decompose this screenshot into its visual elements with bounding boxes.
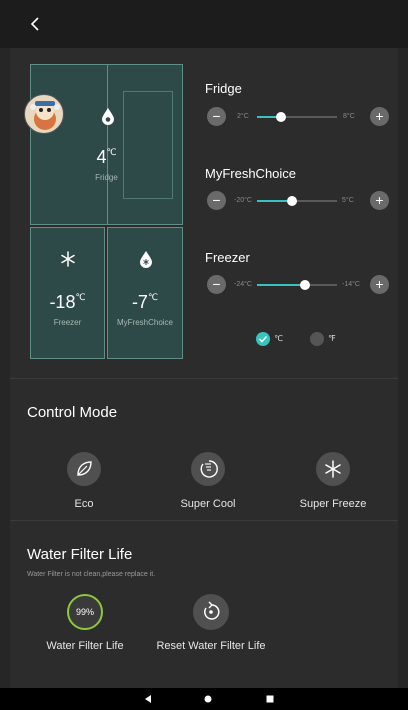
door-divider xyxy=(107,65,108,224)
inner-panel xyxy=(123,91,173,199)
super-cool-label: Super Cool xyxy=(180,498,236,510)
fridge-slider-row: − 2°C 8°C + xyxy=(205,107,390,129)
eco-mode-label: Eco xyxy=(74,498,94,510)
fahrenheit-label: ℉ xyxy=(328,334,336,343)
freezer-label: Freezer xyxy=(53,318,82,327)
droplet-snowflake-icon xyxy=(140,251,152,268)
fridge-setting-title: Fridge xyxy=(205,81,242,96)
myfresh-increase-button[interactable]: + xyxy=(370,191,389,210)
myfresh-slider-knob[interactable] xyxy=(287,196,297,206)
reset-icon xyxy=(204,601,220,620)
super-freeze-circle xyxy=(316,452,350,486)
droplet-icon xyxy=(102,108,114,125)
water-filter-life-label: Water Filter Life xyxy=(46,640,124,652)
myfresh-label: MyFreshChoice xyxy=(116,318,173,327)
myfresh-setting-title: MyFreshChoice xyxy=(205,166,297,181)
celsius-label: ℃ xyxy=(274,334,283,343)
myfresh-temp: -7℃ xyxy=(131,292,159,312)
fridge-slider-knob[interactable] xyxy=(276,112,286,122)
freezer-decrease-button[interactable]: − xyxy=(207,275,226,294)
unit-selector: ℃ ℉ xyxy=(256,332,376,348)
fridge-increase-button[interactable]: + xyxy=(370,107,389,126)
eco-mode-button[interactable]: Eco xyxy=(34,452,134,510)
reset-filter-label: Reset Water Filter Life xyxy=(156,640,266,652)
freezer-slider-row: − -24°C -14°C + xyxy=(205,275,390,297)
chevron-left-icon[interactable] xyxy=(26,14,46,34)
freezer-zone[interactable]: -18℃ Freezer xyxy=(30,227,105,359)
celsius-radio[interactable] xyxy=(256,332,270,346)
avatar[interactable] xyxy=(24,94,64,134)
fridge-max-label: 8°C xyxy=(343,113,355,120)
super-cool-button[interactable]: Super Cool xyxy=(158,452,258,510)
eco-mode-circle xyxy=(67,452,101,486)
filter-life-ring: 99% xyxy=(67,594,103,630)
myfresh-min-label: -20°C xyxy=(234,197,252,204)
fridge-label: Fridge xyxy=(95,173,118,182)
fridge-min-label: 2°C xyxy=(237,113,249,120)
water-filter-title: Water Filter Life xyxy=(27,546,133,563)
fridge-temp: 4℃ xyxy=(96,147,117,167)
reset-filter-button[interactable]: Reset Water Filter Life xyxy=(150,594,272,652)
water-filter-warning: Water Filter is not clean,please replace… xyxy=(27,571,156,578)
snowflake-icon xyxy=(61,251,75,267)
divider xyxy=(10,378,398,379)
fridge-decrease-button[interactable]: − xyxy=(207,107,226,126)
nav-home-icon[interactable] xyxy=(203,694,213,704)
myfresh-max-label: 5°C xyxy=(342,197,354,204)
fahrenheit-radio[interactable] xyxy=(310,332,324,346)
freezer-max-label: -14°C xyxy=(342,281,360,288)
avatar-image xyxy=(30,101,60,130)
freezer-temp: -18℃ xyxy=(49,292,86,312)
check-icon xyxy=(258,335,268,343)
super-freeze-label: Super Freeze xyxy=(299,498,367,510)
freezer-slider-knob[interactable] xyxy=(300,280,310,290)
nav-recents-icon[interactable] xyxy=(265,694,275,704)
super-freeze-button[interactable]: Super Freeze xyxy=(283,452,383,510)
filter-percent: 99% xyxy=(75,607,94,617)
freezer-min-label: -24°C xyxy=(234,281,252,288)
freezer-fill xyxy=(257,284,305,286)
myfresh-decrease-button[interactable]: − xyxy=(207,191,226,210)
super-cool-icon xyxy=(200,460,218,478)
control-mode-title: Control Mode xyxy=(27,404,118,421)
divider xyxy=(10,520,398,521)
reset-filter-circle xyxy=(193,594,229,630)
snowflake-icon xyxy=(325,460,341,478)
myfresh-slider-row: − -20°C 5°C + xyxy=(205,191,390,213)
myfresh-zone[interactable]: -7℃ MyFreshChoice xyxy=(107,227,183,359)
freezer-setting-title: Freezer xyxy=(205,250,250,265)
fridge-zone[interactable]: 4℃ Fridge xyxy=(30,64,183,225)
freezer-increase-button[interactable]: + xyxy=(370,275,389,294)
leaf-icon xyxy=(77,461,92,476)
top-bar xyxy=(0,0,408,48)
system-nav-bar xyxy=(0,688,408,710)
water-filter-life-item[interactable]: 99% Water Filter Life xyxy=(40,594,130,652)
nav-back-icon[interactable] xyxy=(143,694,153,704)
super-cool-circle xyxy=(191,452,225,486)
